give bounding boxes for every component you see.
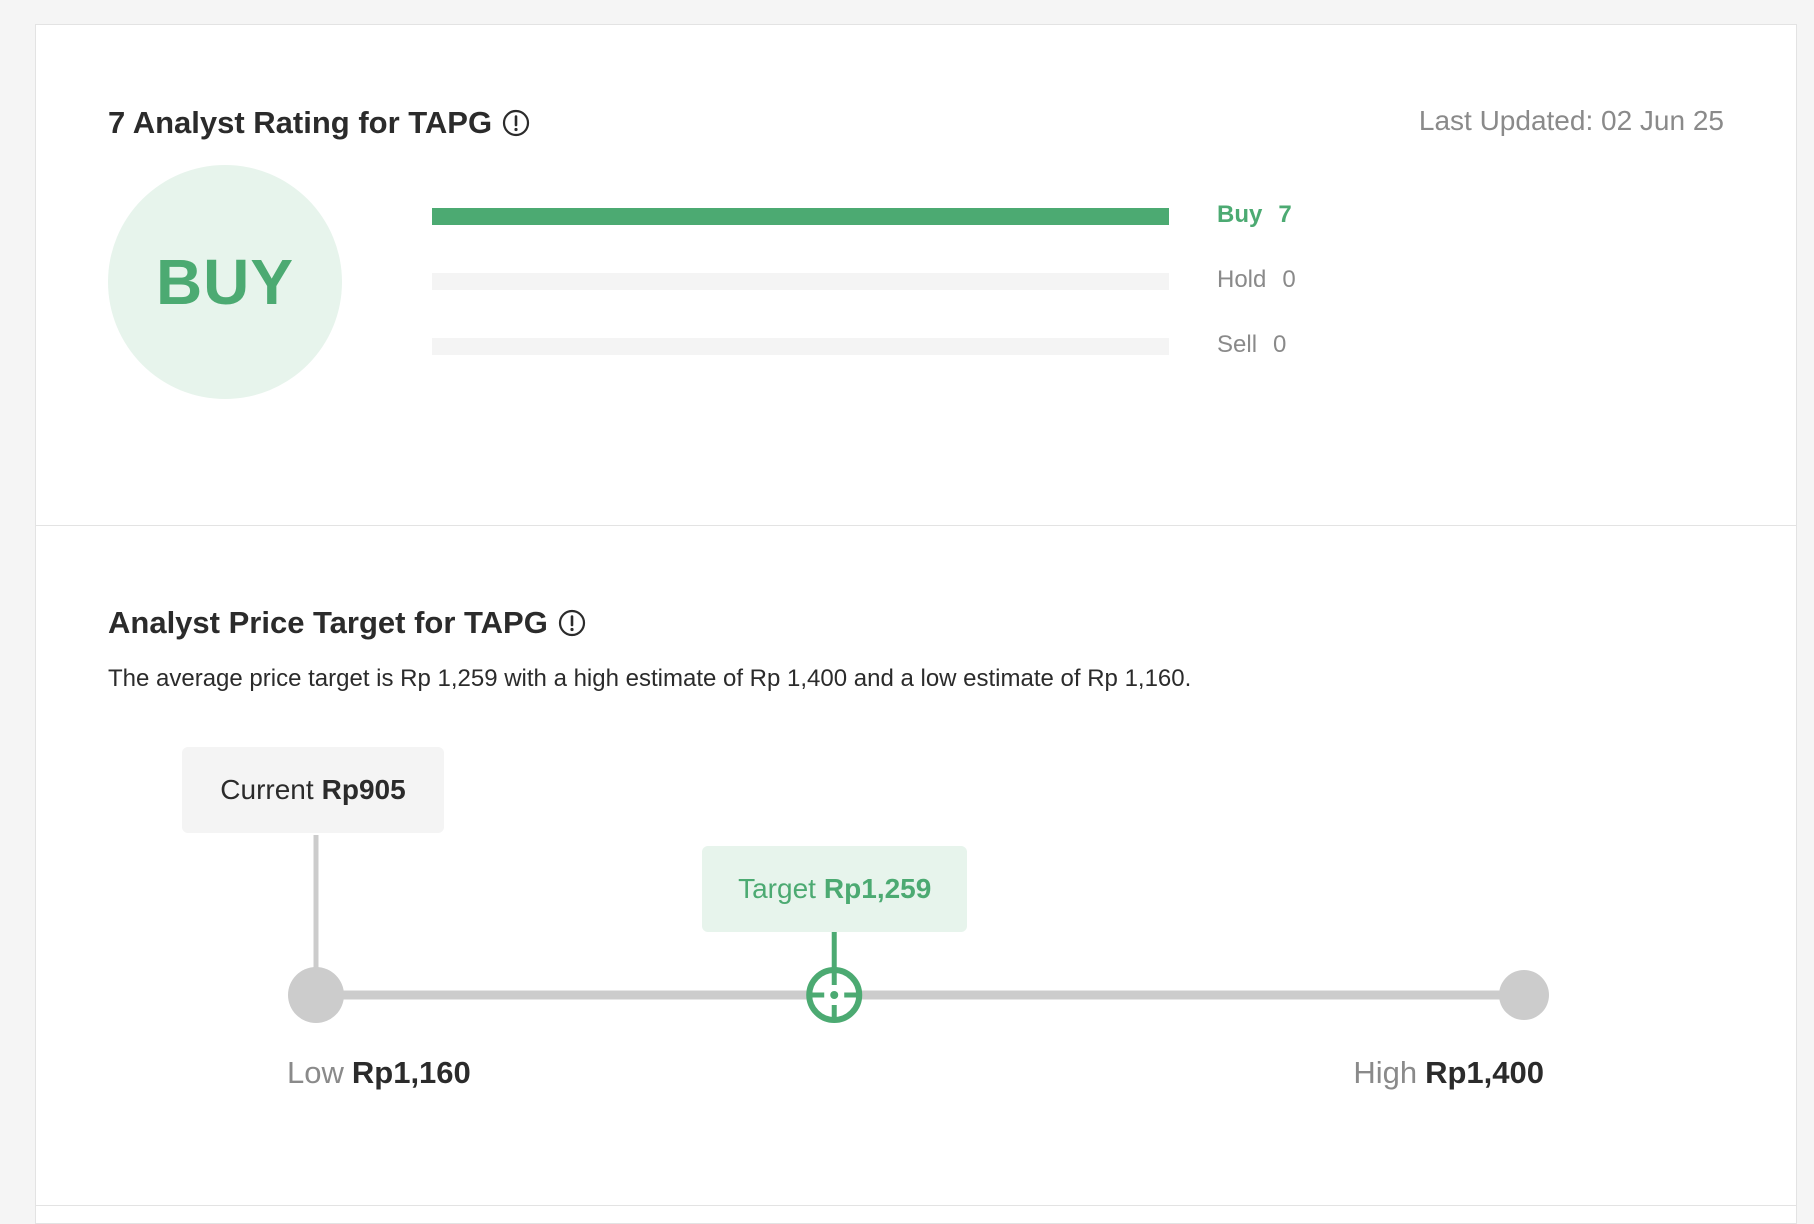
high-word: High [1353,1055,1418,1090]
crosshair-icon[interactable] [806,967,863,1023]
target-value: Rp1,259 [823,873,932,904]
low-word: Low [287,1055,344,1090]
current-value: Rp905 [321,774,406,805]
current-price-bubble: Current Rp905 [182,747,444,833]
section-divider-bottom [36,1205,1796,1206]
low-marker [288,967,344,1023]
low-value: Rp1,160 [351,1055,471,1090]
current-word: Current [220,774,314,805]
price-target-range-chart [288,835,1549,1023]
high-marker [1499,970,1549,1020]
target-price-bubble: Target Rp1,259 [702,846,968,932]
low-estimate-label: Low Rp1,160 [287,1055,471,1091]
target-word: Target [738,873,816,904]
high-value: Rp1,400 [1425,1055,1544,1090]
target-marker-group [806,932,863,1023]
high-estimate-label: High Rp1,400 [1353,1055,1544,1091]
analyst-card: 7 Analyst Rating for TAPG Last Updated: … [35,24,1797,1224]
